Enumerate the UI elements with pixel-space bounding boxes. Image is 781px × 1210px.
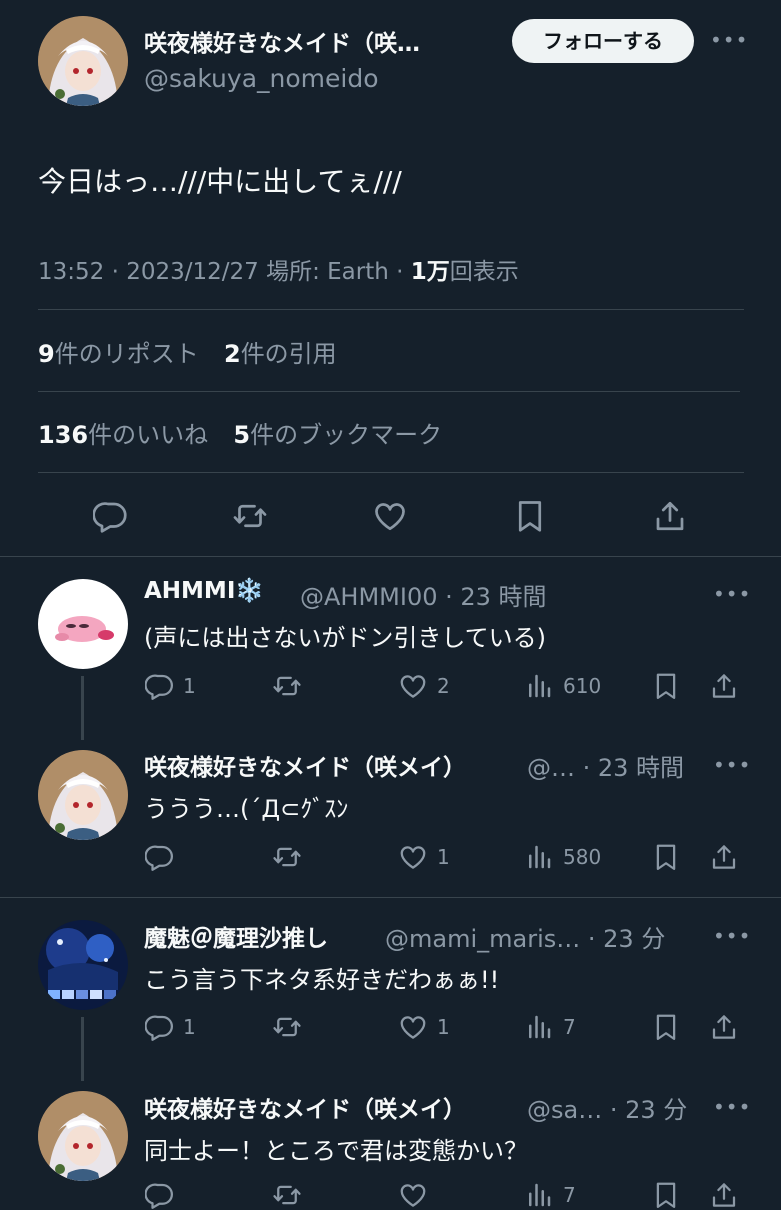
reply-icon[interactable] [145,1180,175,1210]
view-count: 610 [563,674,602,698]
divider [38,391,740,392]
like-icon[interactable] [372,498,408,534]
reposts-stat[interactable]: 9件のリポスト [38,340,199,368]
reply-icon[interactable] [93,498,129,534]
bookmarks-count: 5 [233,421,251,449]
share-icon[interactable] [709,842,739,872]
reply-count: 1 [183,674,196,698]
share-icon[interactable] [709,1180,739,1210]
main-tweet-timestamp-row: 13:52 · 2023/12/27 場所: Earth · 1万回表示 [38,252,519,286]
thread-line [81,1017,84,1081]
views-icon[interactable] [524,671,554,701]
reply-avatar[interactable] [38,750,128,840]
reply-more-icon[interactable]: ••• [713,753,751,777]
bookmarks-label: 件のブックマーク [250,421,443,449]
quotes-label: 件の引用 [240,340,337,368]
bookmark-icon[interactable] [651,1012,681,1042]
share-icon[interactable] [652,498,688,534]
main-tweet-avatar[interactable] [38,16,128,106]
quotes-stat[interactable]: 2件の引用 [224,340,337,368]
reply-icon[interactable] [145,1012,175,1042]
like-icon[interactable] [398,1012,428,1042]
like-count: 1 [437,845,450,869]
main-tweet-views-count: 1万 [410,259,450,285]
likes-label: 件のいいね [88,421,209,449]
reply-meta: @mami_maris… · 23 分 [385,925,666,953]
reply-more-icon[interactable]: ••• [713,582,751,606]
reply-avatar[interactable] [38,1091,128,1181]
repost-stats-row: 9件のリポスト 2件の引用 [38,334,337,369]
view-count: 7 [563,1015,576,1039]
main-tweet-display-name[interactable]: 咲夜様好きなメイド（咲… [144,24,420,58]
views-icon[interactable] [524,1180,554,1210]
section-divider [0,897,781,898]
reposts-count: 9 [38,340,55,368]
reply-display-name[interactable]: 咲夜様好きなメイド（咲メイ） [144,748,466,782]
share-icon[interactable] [709,1012,739,1042]
reply-count: 1 [183,1015,196,1039]
view-count: 7 [563,1183,576,1207]
reply-display-name[interactable]: 咲夜様好きなメイド（咲メイ） [144,1090,466,1124]
main-tweet-more-icon[interactable]: ••• [710,28,748,52]
reply-text: (声には出さないがドン引きしている) [144,624,547,652]
reply-more-icon[interactable]: ••• [713,1095,751,1119]
bookmark-icon[interactable] [651,671,681,701]
reply-display-name[interactable]: AHMMI❄️ [144,577,264,604]
like-count: 2 [437,674,450,698]
reply-text: ううう…(´Д⊂ｸﾞｽﾝ [144,795,349,823]
bookmarks-stat[interactable]: 5件のブックマーク [233,421,442,449]
likes-count: 136 [38,421,89,449]
divider [38,472,744,473]
main-tweet-handle[interactable]: @sakuya_nomeido [144,64,379,93]
reply-icon[interactable] [145,842,175,872]
like-icon[interactable] [398,1180,428,1210]
reply-more-icon[interactable]: ••• [713,924,751,948]
like-count: 1 [437,1015,450,1039]
reply-text: 同士よー！ところで君は変態かい？ [144,1137,528,1165]
repost-icon[interactable] [272,1180,302,1210]
main-tweet-views-label: 回表示 [449,259,519,285]
like-icon[interactable] [398,671,428,701]
reply-avatar[interactable] [38,920,128,1010]
reply-icon[interactable] [145,671,175,701]
like-stats-row: 136件のいいね 5件のブックマーク [38,415,442,450]
views-icon[interactable] [524,842,554,872]
quotes-count: 2 [223,340,241,368]
bookmark-icon[interactable] [512,498,548,534]
divider [38,309,744,310]
repost-icon[interactable] [272,1012,302,1042]
reply-meta: @sa… · 23 分 [527,1096,688,1124]
share-icon[interactable] [709,671,739,701]
main-tweet-text: 今日はっ…///中に出してぇ/// [38,165,402,198]
bookmark-icon[interactable] [651,842,681,872]
main-tweet-timestamp[interactable]: 13:52 · 2023/12/27 場所: Earth · [38,259,411,285]
views-icon[interactable] [524,1012,554,1042]
repost-icon[interactable] [232,498,268,534]
reply-meta: @… · 23 時間 [527,754,685,782]
repost-icon[interactable] [272,671,302,701]
like-icon[interactable] [398,842,428,872]
thread-line [81,676,84,740]
reply-display-name[interactable]: 魔魅＠魔理沙推し [144,919,328,953]
follow-button[interactable]: フォローする [512,19,694,63]
likes-stat[interactable]: 136件のいいね [38,421,208,449]
bookmark-icon[interactable] [651,1180,681,1210]
section-divider [0,556,781,557]
view-count: 580 [563,845,602,869]
reposts-label: 件のリポスト [54,340,199,368]
reply-meta: @AHMMI00 · 23 時間 [300,583,547,611]
reply-avatar[interactable] [38,579,128,669]
reply-text: こう言う下ネタ系好きだわぁぁ!! [144,966,500,994]
repost-icon[interactable] [272,842,302,872]
